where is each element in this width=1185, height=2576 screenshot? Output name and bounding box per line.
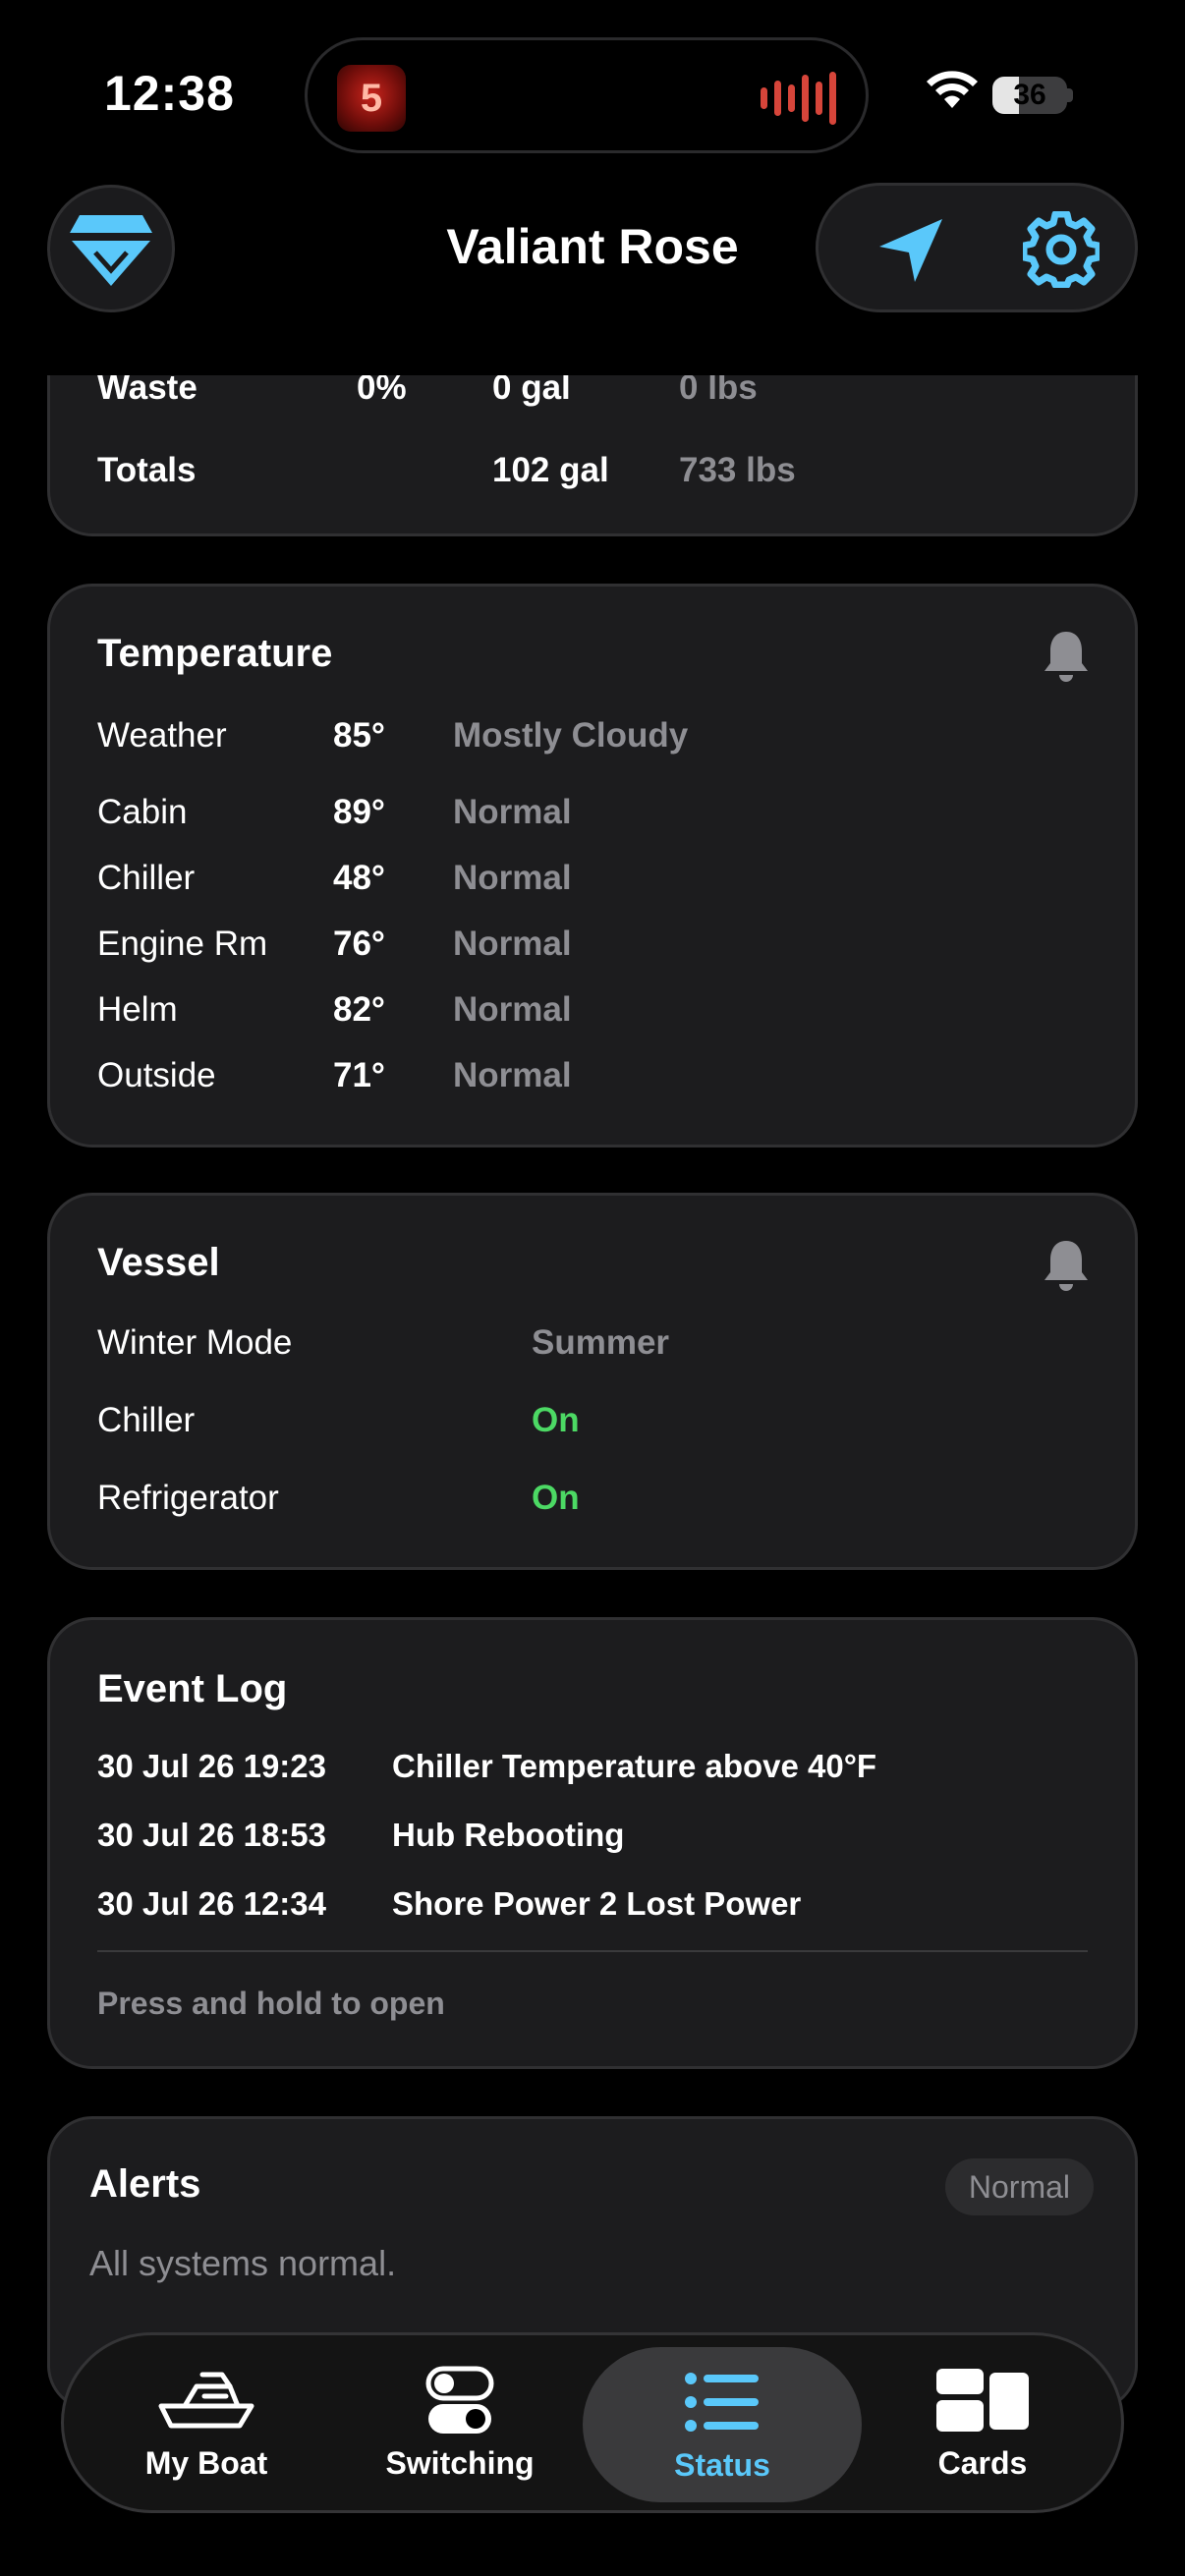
alerts-message: All systems normal.: [89, 2243, 397, 2283]
tank-percent: 0%: [357, 375, 407, 407]
event-log-divider: [97, 1950, 1088, 1952]
event-text: Chiller Temperature above 40°F: [392, 1748, 877, 1784]
temp-row-engine-name: Engine Rm: [97, 924, 268, 963]
event-log-hint: Press and hold to open: [97, 1986, 445, 2021]
tank-name: Waste: [97, 375, 198, 407]
temp-row-chiller-status: Normal: [453, 859, 572, 897]
alerts-title: Alerts: [89, 2162, 201, 2206]
tab-switching[interactable]: Switching: [327, 2335, 592, 2510]
tab-status[interactable]: Status: [583, 2347, 862, 2502]
vessel-row-chiller-name: Chiller: [97, 1401, 196, 1439]
tank-gallons: 0 gal: [492, 375, 571, 407]
vessel-row-winter-value: Summer: [532, 1323, 670, 1362]
list-icon: [685, 2373, 759, 2432]
temp-row-engine-status: Normal: [453, 924, 572, 963]
totals-pounds: 733 lbs: [679, 451, 796, 489]
temp-row-cabin-name: Cabin: [97, 793, 188, 831]
event-text: Hub Rebooting: [392, 1817, 625, 1853]
audio-waveform-icon: [761, 72, 836, 125]
event-log-card[interactable]: Event Log 30 Jul 26 19:23 Chiller Temper…: [47, 1617, 1138, 2069]
header-actions: [816, 183, 1138, 312]
cards-icon: [936, 2369, 1029, 2432]
tab-bar: My Boat Switching Status Cards: [61, 2332, 1124, 2513]
temp-row-engine-value: 76°: [333, 924, 385, 963]
tab-my-boat[interactable]: My Boat: [74, 2335, 339, 2510]
temp-row-cabin-value: 89°: [333, 793, 385, 831]
tab-label: Switching: [385, 2445, 535, 2481]
dynamic-island[interactable]: 5: [305, 37, 869, 153]
navigation-arrow-icon[interactable]: [875, 215, 946, 286]
temp-row-chiller-value: 48°: [333, 859, 385, 897]
battery-icon: 36: [992, 77, 1067, 114]
status-screen: 12:38 5 36 Valiant Rose Waste 0% 0 gal 0…: [0, 0, 1185, 2576]
event-time: 30 Jul 26 18:53: [97, 1817, 326, 1853]
bell-icon[interactable]: [1043, 630, 1090, 683]
temp-row-cabin-status: Normal: [453, 793, 572, 831]
gear-icon[interactable]: [1023, 211, 1100, 288]
boat-icon: [158, 2372, 254, 2429]
event-time: 30 Jul 26 19:23: [97, 1748, 326, 1784]
vessel-row-chiller-value: On: [532, 1401, 580, 1439]
event-time: 30 Jul 26 12:34: [97, 1885, 326, 1922]
vessel-row-winter-name: Winter Mode: [97, 1323, 293, 1362]
status-scroll-view[interactable]: Waste 0% 0 gal 0 lbs Totals 102 gal 733 …: [0, 375, 1185, 2576]
temp-row-outside-status: Normal: [453, 1056, 572, 1094]
temperature-title: Temperature: [97, 632, 333, 675]
temp-row-helm-name: Helm: [97, 990, 178, 1029]
temp-row-weather-status: Mostly Cloudy: [453, 716, 689, 755]
tanks-card[interactable]: Waste 0% 0 gal 0 lbs Totals 102 gal 733 …: [47, 375, 1138, 536]
status-time: 12:38: [104, 66, 235, 121]
temp-row-chiller-name: Chiller: [97, 859, 196, 897]
event-text: Shore Power 2 Lost Power: [392, 1885, 802, 1922]
vessel-row-fridge-name: Refrigerator: [97, 1479, 279, 1517]
tab-label: Cards: [937, 2445, 1028, 2481]
vessel-card[interactable]: Vessel Winter Mode Summer Chiller On Ref…: [47, 1193, 1138, 1570]
temp-row-weather-value: 85°: [333, 716, 385, 755]
tank-pounds: 0 lbs: [679, 375, 758, 407]
now-playing-artwork: 5: [337, 65, 406, 132]
totals-gallons: 102 gal: [492, 451, 609, 489]
temp-row-helm-value: 82°: [333, 990, 385, 1029]
tab-cards[interactable]: Cards: [850, 2335, 1115, 2510]
bell-icon[interactable]: [1043, 1239, 1090, 1292]
wifi-icon: [927, 71, 978, 108]
temp-row-outside-name: Outside: [97, 1056, 216, 1094]
temp-row-helm-status: Normal: [453, 990, 572, 1029]
totals-label: Totals: [97, 451, 197, 489]
battery-level: 36: [1013, 79, 1046, 111]
tab-label: Status: [674, 2447, 770, 2483]
tab-label: My Boat: [144, 2445, 268, 2481]
status-badge: Normal: [944, 2158, 1094, 2215]
vessel-row-fridge-value: On: [532, 1479, 580, 1517]
temp-row-outside-value: 71°: [333, 1056, 385, 1094]
temp-row-weather-name: Weather: [97, 716, 227, 755]
toggle-icon: [425, 2366, 494, 2434]
vessel-title: Vessel: [97, 1241, 220, 1284]
temperature-card[interactable]: Temperature Weather 85° Mostly Cloudy Ca…: [47, 584, 1138, 1148]
event-log-title: Event Log: [97, 1667, 288, 1710]
battery-cap: [1067, 88, 1073, 102]
